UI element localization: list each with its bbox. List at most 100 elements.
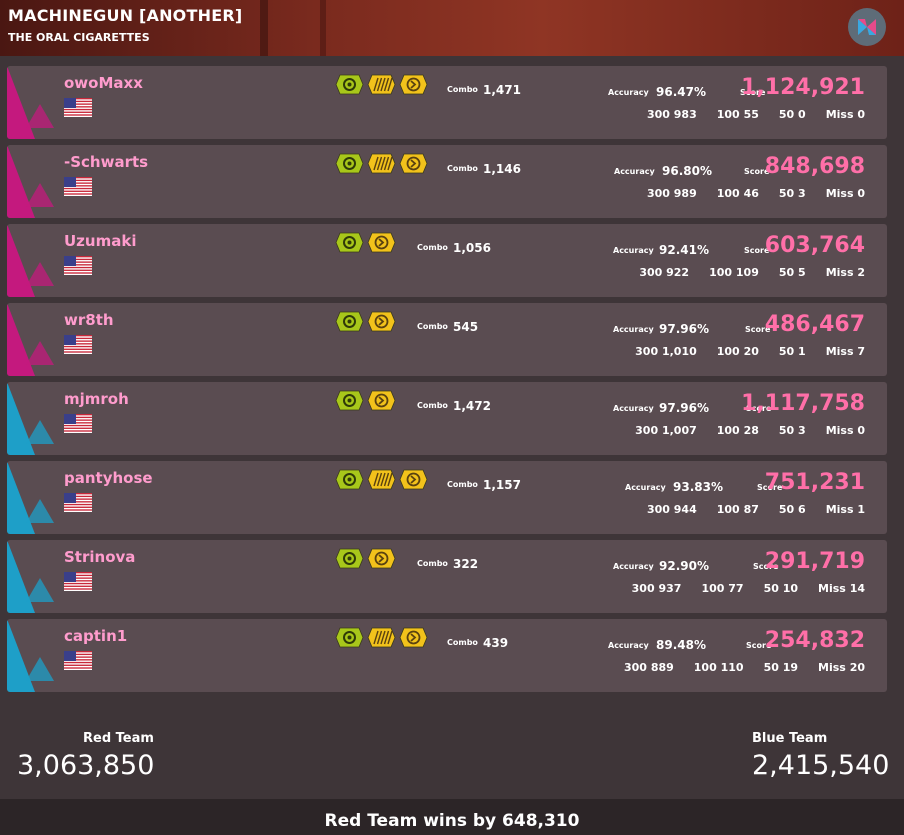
- hits-miss: Miss 20: [818, 661, 865, 674]
- hits-300-value: 889: [650, 661, 674, 674]
- accuracy-label: Accuracy: [613, 404, 654, 413]
- hits-300-label: 300: [635, 424, 659, 437]
- hits-300: 300 989: [647, 187, 697, 200]
- hits-100-value: 46: [743, 187, 759, 200]
- hidden-mod-icon: [335, 232, 364, 253]
- player-row[interactable]: owoMaxx Combo 1,471 Accuracy 96.47% Score 1,12…: [7, 66, 887, 139]
- nightcore-mod-icon: [367, 390, 396, 411]
- score-value: 291,719: [764, 549, 865, 574]
- hits-miss: Miss 14: [818, 582, 865, 595]
- hits-50-label: 50: [778, 266, 795, 279]
- hits-50-label: 50: [778, 424, 795, 437]
- hits-50: 50 1: [779, 345, 806, 358]
- score-value: 848,698: [764, 154, 865, 179]
- mods-list: [335, 153, 428, 174]
- red-team-score: 3,063,850: [17, 750, 155, 781]
- combo-label: Combo: [417, 559, 448, 568]
- app-logo-bowtie-icon[interactable]: [848, 8, 886, 46]
- hidden-mod-icon: [335, 469, 364, 490]
- hits-100-label: 100: [716, 345, 740, 358]
- blue-team-marker-icon: [7, 619, 54, 692]
- hit-counts: 300 937 100 77 50 10 Miss 14: [632, 582, 865, 595]
- hidden-mod-icon: [335, 627, 364, 648]
- player-row[interactable]: mjmroh Combo 1,472 Accuracy 97.96% Score 1,117…: [7, 382, 887, 455]
- mods-list: [335, 469, 428, 490]
- accuracy-label: Accuracy: [613, 325, 654, 334]
- match-result: Red Team wins by 648,310: [0, 799, 904, 835]
- hits-50-label: 50: [778, 345, 795, 358]
- player-row[interactable]: -Schwarts Combo 1,146 Accuracy 96.80% Score 84…: [7, 145, 887, 218]
- hits-100-label: 100: [716, 503, 740, 516]
- hits-50-label: 50: [778, 108, 795, 121]
- nightcore-mod-icon: [399, 469, 428, 490]
- blue-team-score: 2,415,540: [752, 750, 890, 781]
- player-row[interactable]: pantyhose Combo 1,157 Accuracy 93.83% Score 75…: [7, 461, 887, 534]
- hits-miss-label: Miss: [825, 266, 854, 279]
- hits-300-value: 1,007: [661, 424, 697, 437]
- hits-miss-label: Miss: [825, 424, 854, 437]
- accuracy-label: Accuracy: [625, 483, 666, 492]
- blue-team-label: Blue Team: [752, 731, 828, 746]
- hits-miss: Miss 1: [826, 503, 865, 516]
- hits-100-value: 28: [743, 424, 759, 437]
- hits-100-value: 55: [743, 108, 759, 121]
- combo-value: 322: [453, 557, 479, 571]
- hit-counts: 300 983 100 55 50 0 Miss 0: [647, 108, 865, 121]
- hits-300-label: 300: [646, 108, 670, 121]
- combo-label: Combo: [447, 164, 478, 173]
- combo-label: Combo: [447, 480, 478, 489]
- hidden-mod-icon: [335, 548, 364, 569]
- hits-100: 100 77: [701, 582, 743, 595]
- hits-100: 100 20: [717, 345, 759, 358]
- player-row[interactable]: wr8th Combo 545 Accuracy 97.96% Score 486,467 3…: [7, 303, 887, 376]
- accuracy-label: Accuracy: [613, 246, 654, 255]
- hits-miss-value: 0: [857, 187, 865, 200]
- us-flag-icon: [64, 651, 92, 670]
- hits-300-value: 989: [673, 187, 697, 200]
- us-flag-icon: [64, 572, 92, 591]
- hits-300-value: 937: [658, 582, 682, 595]
- hidden-mod-icon: [335, 74, 364, 95]
- player-row[interactable]: Uzumaki Combo 1,056 Accuracy 92.41% Score 603,…: [7, 224, 887, 297]
- hit-counts: 300 1,007 100 28 50 3 Miss 0: [635, 424, 865, 437]
- hits-300: 300 922: [639, 266, 689, 279]
- hits-miss-value: 20: [849, 661, 865, 674]
- hits-miss-label: Miss: [818, 661, 846, 674]
- hits-50: 50 3: [779, 424, 806, 437]
- hit-counts: 300 944 100 87 50 6 Miss 1: [647, 503, 865, 516]
- mods-list: [335, 232, 396, 253]
- accuracy-value: 97.96%: [659, 401, 709, 415]
- score-value: 1,117,758: [741, 391, 865, 416]
- mods-list: [335, 74, 428, 95]
- red-team-label: Red Team: [83, 731, 154, 746]
- player-row[interactable]: captin1 Combo 439 Accuracy 89.48% Score 254,83…: [7, 619, 887, 692]
- hidden-mod-icon: [335, 311, 364, 332]
- hits-50-label: 50: [763, 582, 779, 595]
- combo-label: Combo: [417, 243, 448, 252]
- combo-value: 1,056: [453, 241, 491, 255]
- hits-300: 300 983: [647, 108, 697, 121]
- accuracy-label: Accuracy: [608, 641, 649, 650]
- nightcore-mod-icon: [367, 311, 396, 332]
- hits-100: 100 109: [709, 266, 759, 279]
- accuracy-value: 96.47%: [656, 85, 706, 99]
- hits-miss-label: Miss: [825, 503, 854, 516]
- hits-300: 300 937: [632, 582, 682, 595]
- combo-label: Combo: [447, 85, 478, 94]
- hits-100-label: 100: [716, 424, 740, 437]
- hits-50: 50 10: [764, 582, 798, 595]
- player-row[interactable]: Strinova Combo 322 Accuracy 92.90% Score 291,7…: [7, 540, 887, 613]
- combo-label: Combo: [447, 638, 478, 647]
- nightcore-mod-icon: [399, 153, 428, 174]
- hits-50-value: 19: [782, 661, 799, 674]
- accuracy-value: 93.83%: [673, 480, 723, 494]
- hits-miss-label: Miss: [825, 187, 854, 200]
- hits-50: 50 3: [779, 187, 806, 200]
- hits-miss: Miss 0: [826, 424, 865, 437]
- background-streak: [320, 0, 326, 56]
- hits-50: 50 6: [779, 503, 806, 516]
- player-name: -Schwarts: [64, 153, 149, 171]
- hits-100-value: 110: [720, 661, 744, 674]
- hits-miss: Miss 2: [826, 266, 865, 279]
- mods-list: [335, 548, 396, 569]
